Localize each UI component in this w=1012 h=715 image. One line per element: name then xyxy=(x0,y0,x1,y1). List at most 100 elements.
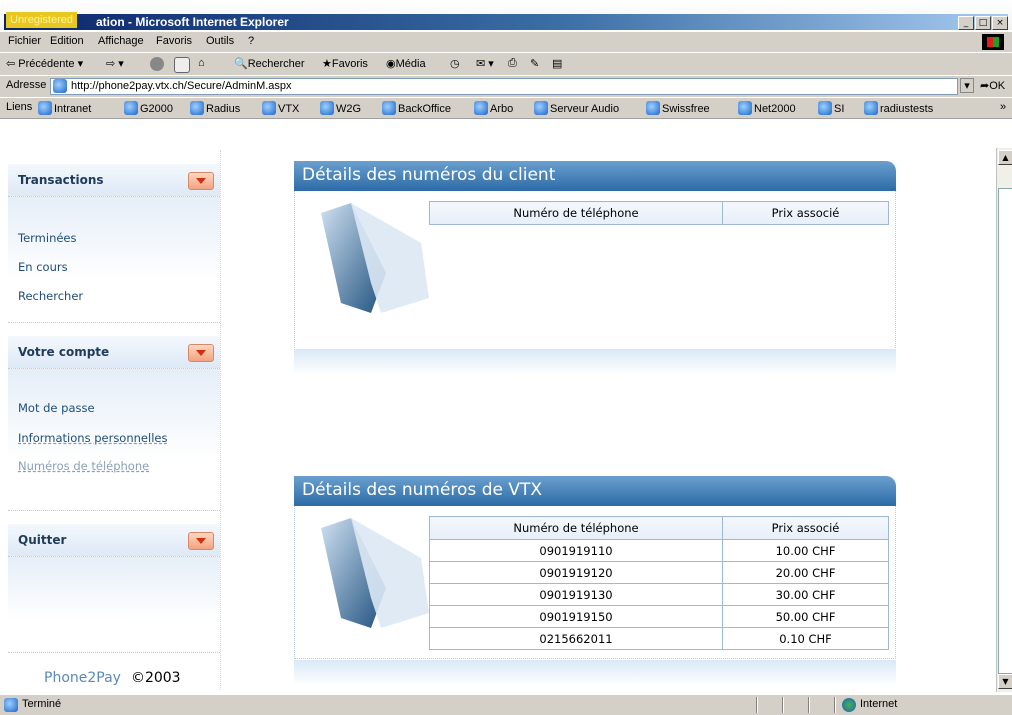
ie-link-icon xyxy=(738,101,752,115)
history-button[interactable]: ◷ xyxy=(450,57,460,70)
forward-arrow-icon: ⇨ xyxy=(106,58,116,70)
price-cell: 30.00 CHF xyxy=(722,583,889,606)
link-backoffice[interactable]: BackOffice xyxy=(382,101,451,115)
quit-header[interactable]: Quitter xyxy=(8,524,220,557)
panel-body: Numéro de téléphone Prix associé xyxy=(294,191,896,350)
close-button[interactable]: × xyxy=(992,16,1008,30)
panel-title: Détails des numéros du client xyxy=(302,165,556,185)
account-header[interactable]: Votre compte xyxy=(8,336,220,369)
home-button[interactable]: ⌂ xyxy=(198,57,205,69)
quit-title: Quitter xyxy=(18,533,67,547)
price-cell: 0.10 CHF xyxy=(722,627,889,650)
collapse-arrow-icon[interactable] xyxy=(188,172,214,190)
sidebar-item-terminees[interactable]: Terminées xyxy=(18,231,77,245)
sidebar-item-numeros-de-telephone[interactable]: Numéros de téléphone xyxy=(18,459,149,473)
scroll-down-icon[interactable]: ▼ xyxy=(998,674,1012,689)
panel-header: Détails des numéros du client xyxy=(294,161,896,191)
menu-favoris[interactable]: Favoris xyxy=(156,35,192,47)
sidebar-item-en-cours[interactable]: En cours xyxy=(18,260,68,274)
account-title: Votre compte xyxy=(18,345,110,359)
status-divider xyxy=(782,697,784,713)
ie-link-icon xyxy=(190,101,204,115)
address-dropdown-icon[interactable]: ▾ xyxy=(960,78,974,93)
menu-outils[interactable]: Outils xyxy=(206,35,234,47)
link-net2000[interactable]: Net2000 xyxy=(738,101,796,115)
link-w2g[interactable]: W2G xyxy=(320,101,361,115)
favorites-button[interactable]: ★Favoris xyxy=(322,57,368,70)
scroll-thumb[interactable] xyxy=(998,188,1012,674)
price-cell: 20.00 CHF xyxy=(722,561,889,584)
ie-link-icon xyxy=(474,101,488,115)
edit-button[interactable]: ✎ xyxy=(530,57,539,70)
links-bar: Liens Intranet G2000 Radius VTX W2G Back… xyxy=(0,97,1012,119)
forward-button[interactable]: ⇨ ▾ xyxy=(106,57,124,70)
address-url: http://phone2pay.vtx.ch/Secure/AdminM.as… xyxy=(71,80,292,92)
panel-header: Détails des numéros de VTX xyxy=(294,476,896,506)
menu-edition[interactable]: Edition xyxy=(50,35,84,47)
phone-cell: 0901919150 xyxy=(429,605,723,628)
table-row: 0901919130 30.00 CHF xyxy=(429,583,889,606)
standard-toolbar: ⇦ Précédente ▾ ⇨ ▾ ⌂ 🔍Rechercher ★Favori… xyxy=(0,52,1012,76)
windows-logo-icon xyxy=(982,34,1004,50)
stop-icon xyxy=(150,57,164,71)
refresh-icon xyxy=(174,57,190,73)
search-button[interactable]: 🔍Rechercher xyxy=(234,57,305,70)
sidebar-item-informations-personnelles[interactable]: Informations personnelles xyxy=(18,431,167,445)
brand-name: Phone2Pay xyxy=(44,670,121,686)
table-row: 0215662011 0.10 CHF xyxy=(429,627,889,650)
media-button[interactable]: ◉Média xyxy=(386,57,426,70)
link-swissfree[interactable]: Swissfree xyxy=(646,101,710,115)
link-radiustests[interactable]: radiustests xyxy=(864,101,933,115)
discuss-button[interactable]: ▤ xyxy=(552,57,562,70)
link-si[interactable]: SI xyxy=(818,101,844,115)
link-g2000[interactable]: G2000 xyxy=(124,101,173,115)
address-input[interactable]: http://phone2pay.vtx.ch/Secure/AdminM.as… xyxy=(50,78,958,95)
panel-footer xyxy=(294,660,896,686)
link-label: Swissfree xyxy=(662,103,710,115)
mail-button[interactable]: ✉ ▾ xyxy=(476,57,494,70)
client-numbers-table: Numéro de téléphone Prix associé xyxy=(429,201,889,225)
print-button[interactable]: ⎙ xyxy=(508,57,517,70)
link-vtx[interactable]: VTX xyxy=(262,101,299,115)
link-label: G2000 xyxy=(140,103,174,115)
link-radius[interactable]: Radius xyxy=(190,101,240,115)
go-arrow-icon: ➦ xyxy=(980,80,990,92)
collapse-arrow-icon[interactable] xyxy=(188,532,214,550)
link-intranet[interactable]: Intranet xyxy=(38,101,91,115)
vertical-scrollbar[interactable]: ▲ ▼ xyxy=(996,148,1012,692)
scroll-up-icon[interactable]: ▲ xyxy=(998,150,1012,165)
ie-link-icon xyxy=(646,101,660,115)
col-price-header: Prix associé xyxy=(722,516,889,540)
menu-help[interactable]: ? xyxy=(248,35,254,47)
minimize-button[interactable]: _ xyxy=(958,16,974,30)
transactions-header[interactable]: Transactions xyxy=(8,164,220,197)
security-zone: Internet xyxy=(860,698,898,710)
status-divider xyxy=(808,697,810,713)
sidebar-item-rechercher[interactable]: Rechercher xyxy=(18,289,83,303)
back-label: Précédente xyxy=(18,58,75,70)
status-divider xyxy=(756,697,758,713)
search-label: Rechercher xyxy=(247,58,305,70)
address-bar: Adresse http://phone2pay.vtx.ch/Secure/A… xyxy=(0,75,1012,98)
menu-affichage[interactable]: Affichage xyxy=(98,35,144,47)
ie-page-icon xyxy=(53,79,67,93)
table-row: 0901919150 50.00 CHF xyxy=(429,605,889,628)
refresh-button[interactable] xyxy=(174,57,192,73)
menu-fichier[interactable]: Fichier xyxy=(8,35,41,47)
status-text: Terminé xyxy=(22,698,62,710)
maximize-button[interactable]: □ xyxy=(975,16,991,30)
sidebar-item-mot-de-passe[interactable]: Mot de passe xyxy=(18,401,95,415)
stop-button[interactable] xyxy=(150,57,166,71)
phone-cell: 0215662011 xyxy=(429,627,723,650)
copyright: ©2003 xyxy=(130,670,181,686)
status-divider xyxy=(834,697,836,713)
panel-title: Détails des numéros de VTX xyxy=(302,480,543,500)
window-title-bar: Unregistered ation - Microsoft Internet … xyxy=(0,0,1012,30)
go-button[interactable]: ➦OK xyxy=(980,79,1005,92)
back-button[interactable]: ⇦ Précédente ▾ xyxy=(6,57,83,70)
links-overflow-icon[interactable]: » xyxy=(1000,101,1006,113)
link-serveur-audio[interactable]: Serveur Audio xyxy=(534,101,619,115)
collapse-arrow-icon[interactable] xyxy=(188,344,214,362)
ie-link-icon xyxy=(534,101,548,115)
link-arbo[interactable]: Arbo xyxy=(474,101,513,115)
